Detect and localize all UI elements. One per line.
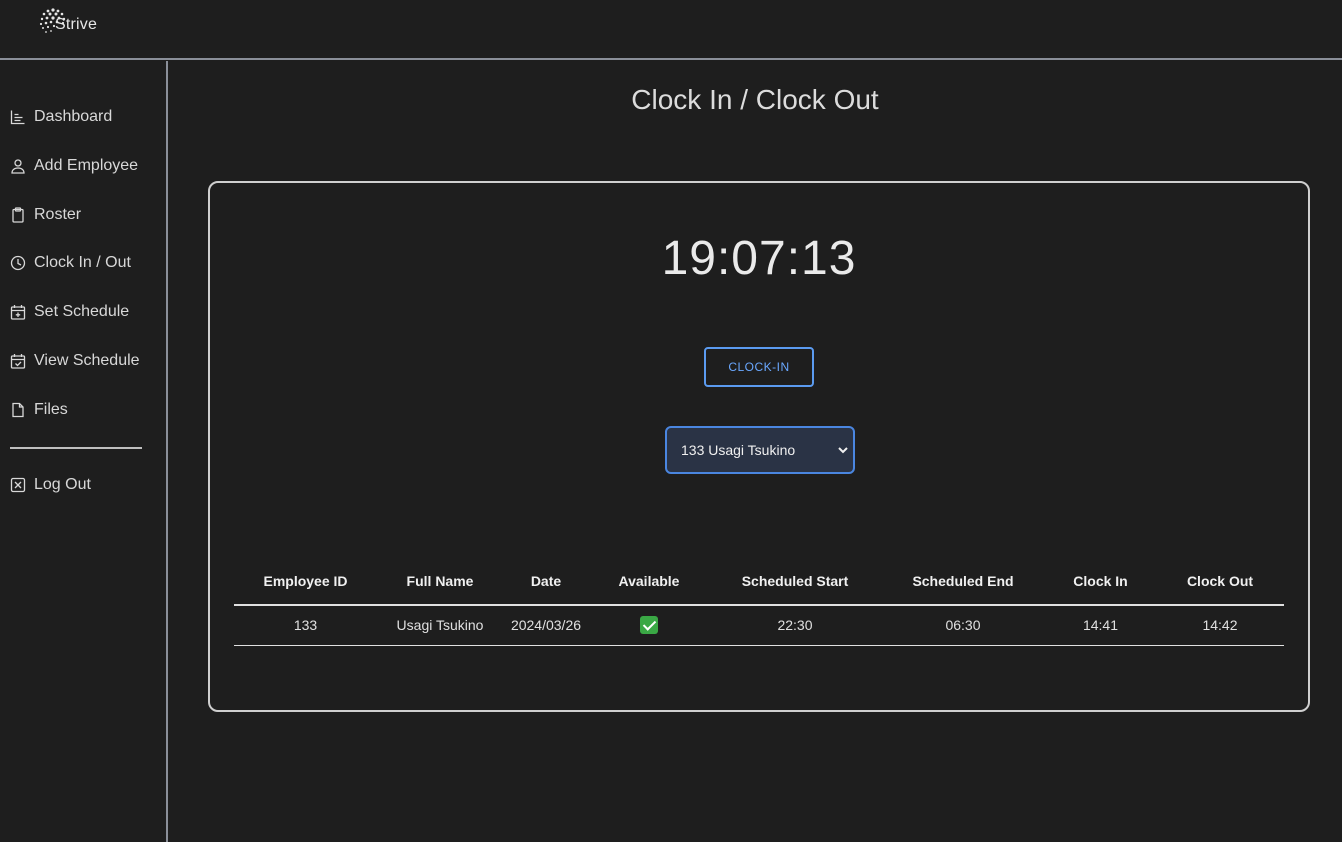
clock-in-button[interactable]: CLOCK-IN xyxy=(704,347,814,387)
sidebar-item-label: Clock In / Out xyxy=(34,254,131,271)
strive-logo[interactable]: Strive xyxy=(37,6,97,36)
person-icon xyxy=(11,159,25,174)
sidebar-item-label: View Schedule xyxy=(34,352,140,369)
clock-panel: 19:07:13 CLOCK-IN 133 Usagi Tsukino Empl… xyxy=(208,181,1310,712)
employee-select[interactable]: 133 Usagi Tsukino xyxy=(667,428,853,472)
sidebar-item-set-schedule[interactable]: Set Schedule xyxy=(10,303,129,321)
cell-clock-out: 14:42 xyxy=(1156,605,1284,646)
sidebar-item-add-employee[interactable]: Add Employee xyxy=(10,157,138,175)
calendar-check-icon xyxy=(10,354,26,369)
sidebar-item-label: Roster xyxy=(34,206,82,223)
chart-icon xyxy=(10,110,25,125)
column-header-clock-out: Clock Out xyxy=(1156,557,1284,606)
brand-name: Strive xyxy=(55,16,98,33)
column-header-scheduled-end: Scheduled End xyxy=(881,557,1045,606)
column-header-scheduled-start: Scheduled Start xyxy=(709,557,881,606)
column-header-full-name: Full Name xyxy=(377,557,503,606)
sidebar-item-dashboard[interactable]: Dashboard xyxy=(10,108,112,126)
sidebar-item-clock-in-out[interactable]: Clock In / Out xyxy=(10,254,131,272)
clock-display: 19:07:13 xyxy=(661,232,857,285)
file-icon xyxy=(12,402,24,418)
sidebar-item-label: Add Employee xyxy=(34,157,139,174)
column-header-clock-in: Clock In xyxy=(1045,557,1156,606)
employee-select-wrapper[interactable]: 133 Usagi Tsukino xyxy=(665,426,855,474)
sidebar-item-view-schedule[interactable]: View Schedule xyxy=(10,352,140,370)
cell-scheduled-start: 22:30 xyxy=(709,605,881,646)
sidebar-item-log-out[interactable]: Log Out xyxy=(10,476,91,494)
clipboard-icon xyxy=(12,207,24,223)
cell-full-name: Usagi Tsukino xyxy=(377,605,503,646)
calendar-plus-icon xyxy=(10,305,26,320)
column-header-date: Date xyxy=(503,557,589,606)
attendance-table: Employee ID Full Name Date Available Sch… xyxy=(234,557,1284,646)
cell-clock-in: 14:41 xyxy=(1045,605,1156,646)
table-header-row: Employee ID Full Name Date Available Sch… xyxy=(234,557,1284,606)
sidebar-item-label: Set Schedule xyxy=(34,303,130,320)
cell-employee-id: 133 xyxy=(234,605,377,646)
column-header-available: Available xyxy=(589,557,709,606)
check-icon xyxy=(640,616,658,635)
sidebar-item-files[interactable]: Files xyxy=(10,401,68,419)
table-row: 133 Usagi Tsukino 2024/03/26 22:30 06:30… xyxy=(234,605,1284,646)
clock-icon xyxy=(10,255,26,271)
sidebar: Dashboard Add Employee Roster Clock In /… xyxy=(0,61,168,842)
sidebar-divider xyxy=(10,447,142,449)
top-bar: Strive xyxy=(0,0,1342,60)
page-title: Clock In / Clock Out xyxy=(631,84,879,115)
cell-scheduled-end: 06:30 xyxy=(881,605,1045,646)
column-header-employee-id: Employee ID xyxy=(234,557,377,606)
cell-available xyxy=(589,605,709,646)
sidebar-item-roster[interactable]: Roster xyxy=(10,206,81,224)
cell-date: 2024/03/26 xyxy=(503,605,589,646)
sidebar-item-label: Dashboard xyxy=(34,108,113,125)
x-square-icon xyxy=(10,477,26,493)
sidebar-item-label: Files xyxy=(34,401,68,418)
sidebar-item-label: Log Out xyxy=(34,476,91,493)
